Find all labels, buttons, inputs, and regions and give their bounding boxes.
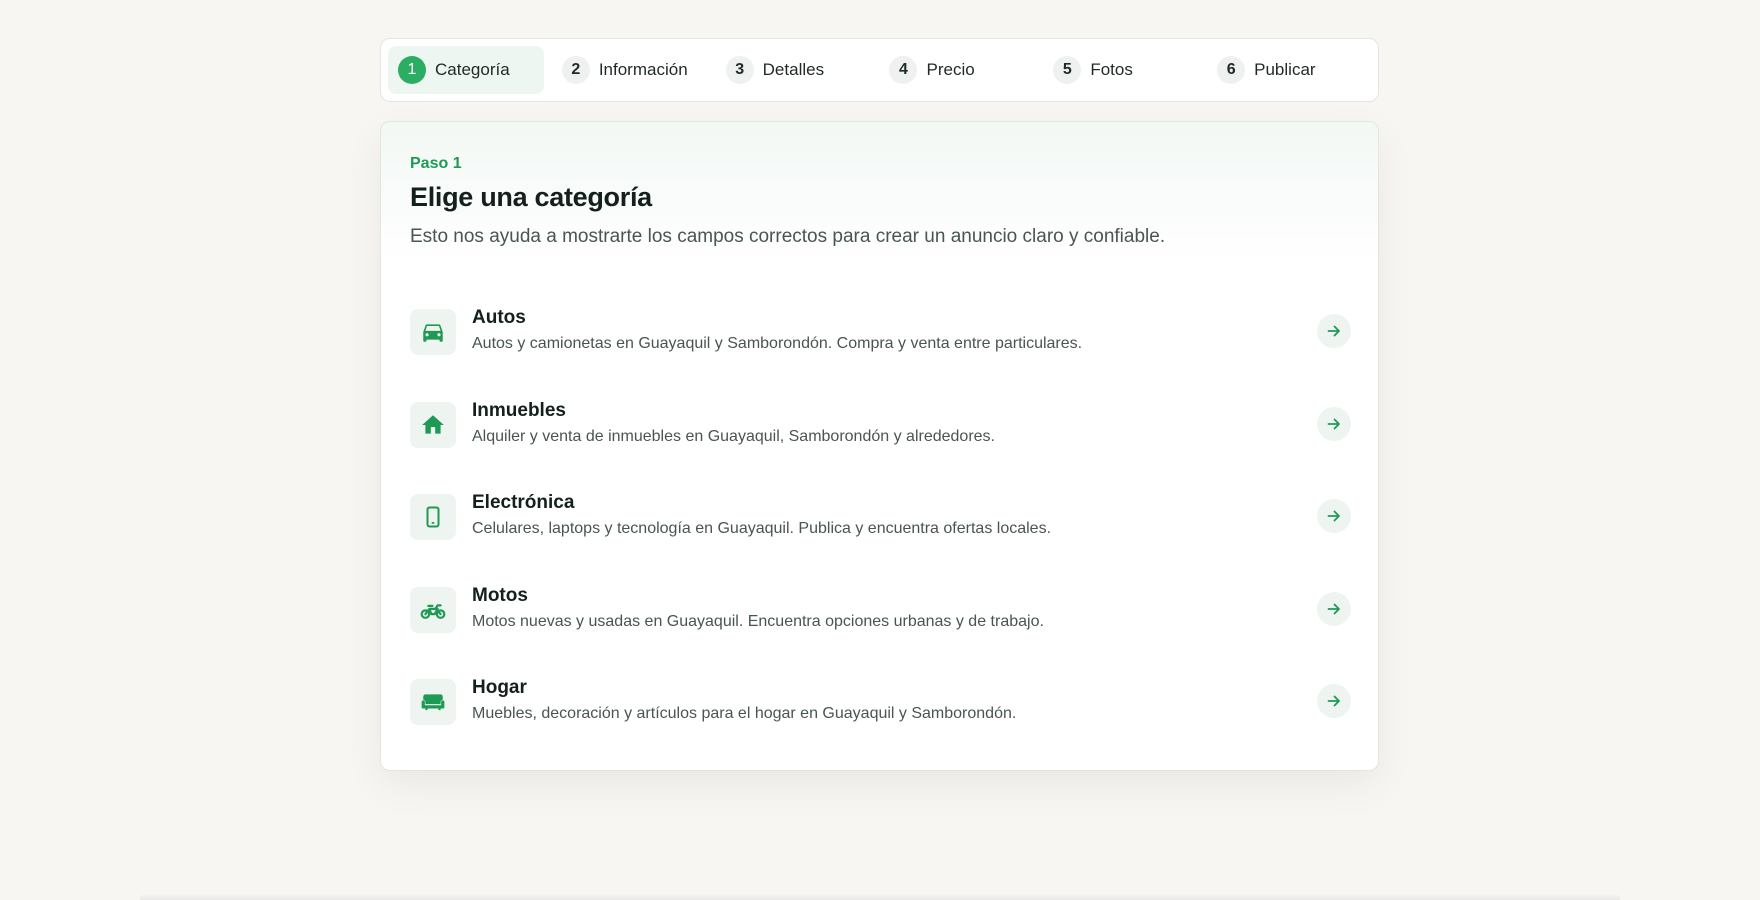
page-subtitle: Esto nos ayuda a mostrarte los campos co… xyxy=(410,226,1166,247)
bottom-panel-edge xyxy=(140,893,1620,900)
step-detalles[interactable]: 3 Detalles xyxy=(716,46,872,94)
category-card: Paso 1 Elige una categoría Esto nos ayud… xyxy=(380,121,1379,771)
step-eyebrow: Paso 1 xyxy=(410,155,462,172)
arrow-right-icon[interactable] xyxy=(1317,314,1351,348)
category-name: Motos xyxy=(472,585,528,606)
step-label: Información xyxy=(598,60,688,79)
arrow-right-icon[interactable] xyxy=(1317,592,1351,626)
page-title: Elige una categoría xyxy=(410,182,652,212)
step-publicar[interactable]: 6 Publicar xyxy=(1207,46,1363,94)
step-number: 1 xyxy=(398,56,426,84)
category-description: Celulares, laptops y tecnología en Guaya… xyxy=(472,520,1052,537)
category-description: Motos nuevas y usadas en Guayaquil. Encu… xyxy=(472,613,1044,630)
step-number: 6 xyxy=(1217,56,1246,84)
step-label: Detalles xyxy=(762,60,825,79)
house-icon xyxy=(410,402,456,448)
step-number: 3 xyxy=(725,56,754,84)
category-name: Hogar xyxy=(472,677,527,698)
category-item-autos[interactable]: Autos Autos y camionetas en Guayaquil y … xyxy=(410,305,1351,385)
step-label: Fotos xyxy=(1090,60,1133,79)
step-label: Categoría xyxy=(435,60,510,79)
step-label: Publicar xyxy=(1254,60,1316,79)
category-item-inmuebles[interactable]: Inmuebles Alquiler y venta de inmuebles … xyxy=(410,398,1351,478)
category-description: Autos y camionetas en Guayaquil y Sambor… xyxy=(472,335,1083,352)
step-categoria[interactable]: 1 Categoría xyxy=(388,46,545,94)
car-icon xyxy=(410,309,456,355)
category-name: Autos xyxy=(472,307,526,328)
step-label: Precio xyxy=(926,60,975,79)
motorcycle-icon xyxy=(410,587,456,633)
sofa-icon xyxy=(410,679,456,725)
page: 1 Categoría 2 Información 3 Detalles 4 P… xyxy=(0,0,1760,900)
step-number: 2 xyxy=(561,56,590,84)
step-number: 4 xyxy=(889,56,918,84)
category-item-electronica[interactable]: Electrónica Celulares, laptops y tecnolo… xyxy=(410,490,1351,570)
category-description: Muebles, decoración y artículos para el … xyxy=(472,705,1017,722)
category-description: Alquiler y venta de inmuebles en Guayaqu… xyxy=(472,428,995,445)
stepper: 1 Categoría 2 Información 3 Detalles 4 P… xyxy=(380,38,1379,102)
step-precio[interactable]: 4 Precio xyxy=(879,46,1035,94)
category-item-motos[interactable]: Motos Motos nuevas y usadas en Guayaquil… xyxy=(410,583,1351,663)
step-fotos[interactable]: 5 Fotos xyxy=(1043,46,1199,94)
category-item-hogar[interactable]: Hogar Muebles, decoración y artículos pa… xyxy=(410,675,1351,755)
arrow-right-icon[interactable] xyxy=(1317,684,1351,718)
category-name: Electrónica xyxy=(472,492,575,513)
step-number: 5 xyxy=(1053,56,1082,84)
arrow-right-icon[interactable] xyxy=(1317,407,1351,441)
step-informacion[interactable]: 2 Información xyxy=(552,46,708,94)
category-name: Inmuebles xyxy=(472,400,566,421)
arrow-right-icon[interactable] xyxy=(1317,499,1351,533)
phone-icon xyxy=(410,494,456,540)
